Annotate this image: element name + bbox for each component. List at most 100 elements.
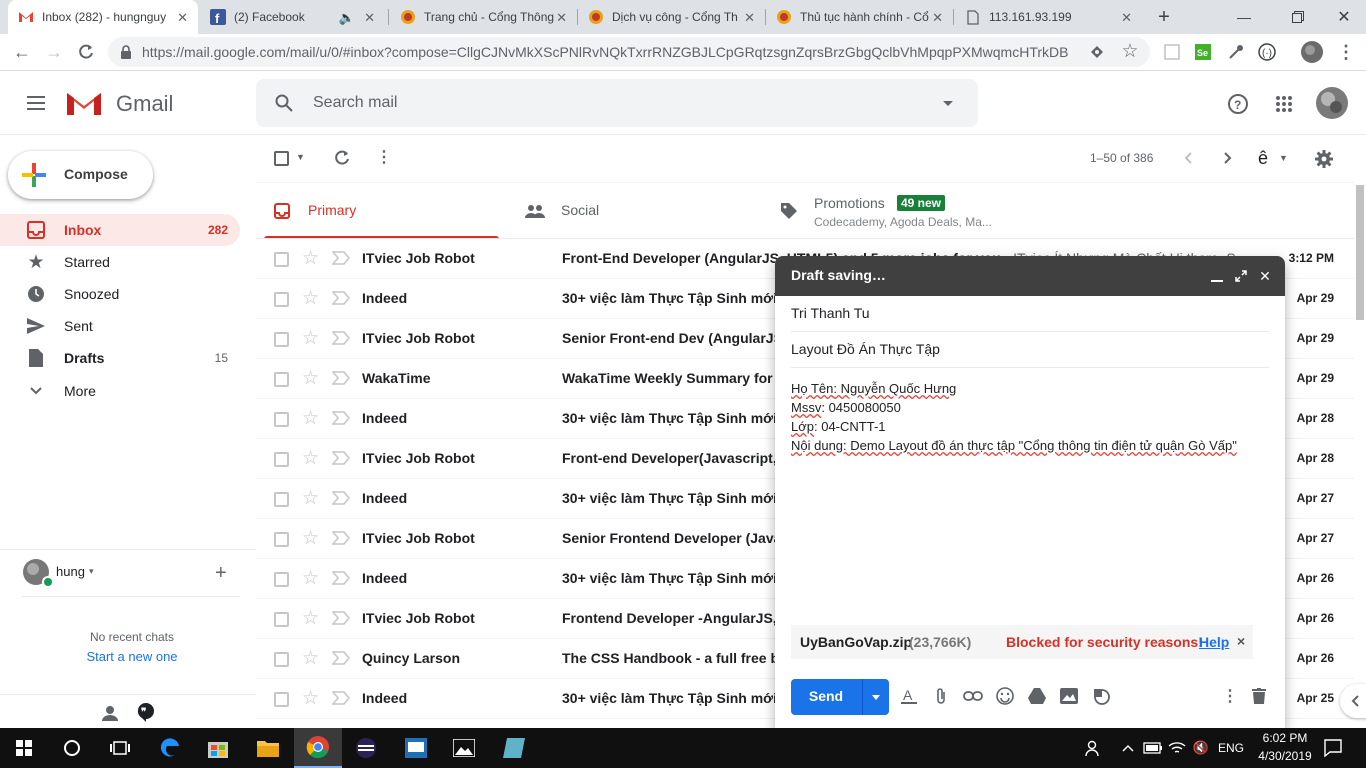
address-bar[interactable]: https://mail.google.com/mail/u/0/#inbox?…	[108, 37, 1150, 67]
extension-circle-icon[interactable]: (·)	[1256, 41, 1278, 63]
eclipse-icon[interactable]	[342, 728, 390, 768]
hangouts-quote-icon[interactable]: ❞	[134, 700, 158, 724]
clock-time[interactable]: 6:02 PM	[1255, 731, 1315, 745]
gmail-logo-icon[interactable]	[65, 89, 103, 117]
close-tab-icon[interactable]: ✕	[364, 10, 375, 26]
hangouts-user-name[interactable]: hung	[56, 564, 85, 579]
subject-field[interactable]: Layout Đồ Án Thực Tập	[791, 341, 940, 357]
star-icon[interactable]: ☆	[302, 249, 319, 269]
insert-link-icon[interactable]	[961, 684, 985, 708]
google-drive-icon[interactable]	[1025, 684, 1049, 708]
sidebar-item-drafts[interactable]: Drafts 15	[0, 342, 240, 374]
volume-muted-icon[interactable]: 🔇	[1190, 738, 1212, 758]
select-dropdown-icon[interactable]: ▼	[296, 152, 305, 162]
search-options-icon[interactable]	[938, 95, 958, 111]
browser-tab-dich-vu-cong[interactable]: Dịch vụ công - Cổng Th ✕	[578, 0, 765, 34]
attachment-chip[interactable]: UyBanGoVap.zip (23,766K) Blocked for sec…	[791, 625, 1253, 659]
tab-promotions[interactable]: Promotions 49 new Codecademy, Agoda Deal…	[770, 183, 1020, 239]
photos-app-icon[interactable]	[440, 728, 488, 768]
file-explorer-icon[interactable]	[244, 728, 292, 768]
star-icon[interactable]: ☆	[302, 329, 319, 349]
row-checkbox[interactable]	[274, 492, 289, 507]
star-icon[interactable]: ☆	[302, 529, 319, 549]
main-menu-icon[interactable]	[24, 91, 48, 115]
chrome-taskbar-icon[interactable]	[294, 728, 342, 768]
search-input[interactable]: Search mail	[313, 94, 397, 112]
browser-tab-gmail[interactable]: Inbox (282) - hungnguy ✕	[8, 0, 198, 34]
importance-marker-icon[interactable]	[332, 250, 350, 266]
fullscreen-icon[interactable]	[1233, 268, 1249, 284]
browser-tab-ip[interactable]: 113.161.93.199 ✕	[955, 0, 1142, 34]
scrollbar-thumb[interactable]	[1356, 185, 1364, 320]
message-body[interactable]: Họ Tên: Nguyễn Quốc Hưng Mssv: 045008005…	[791, 379, 1269, 455]
importance-marker-icon[interactable]	[332, 650, 350, 666]
search-icon[interactable]	[272, 91, 296, 115]
star-icon[interactable]: ☆	[302, 449, 319, 469]
compose-button[interactable]: Compose	[8, 151, 153, 199]
sidebar-item-snoozed[interactable]: Snoozed	[0, 278, 240, 310]
user-dropdown-icon[interactable]: ▾	[89, 566, 94, 577]
forward-icon[interactable]: →	[42, 40, 66, 64]
store-icon[interactable]	[194, 728, 242, 768]
browser-tab-trang-chu[interactable]: Trang chủ - Cổng Thông ✕	[390, 0, 577, 34]
insert-emoji-icon[interactable]	[993, 684, 1017, 708]
extension-eye-icon[interactable]	[1088, 43, 1106, 61]
action-center-icon[interactable]	[1322, 737, 1344, 759]
cortana-search-icon[interactable]	[48, 728, 96, 768]
star-icon[interactable]: ☆	[302, 289, 319, 309]
lock-icon[interactable]	[118, 44, 134, 60]
schedule-send-dropdown-icon[interactable]	[863, 679, 889, 715]
edge-browser-icon[interactable]	[146, 728, 194, 768]
row-checkbox[interactable]	[274, 332, 289, 347]
minimize-window-icon[interactable]: —	[1232, 5, 1256, 29]
new-tab-icon[interactable]: +	[1152, 5, 1176, 29]
discard-draft-icon[interactable]	[1247, 684, 1271, 708]
more-actions-icon[interactable]: ⋮	[376, 147, 392, 167]
importance-marker-icon[interactable]	[332, 490, 350, 506]
clock-date[interactable]: 4/30/2019	[1252, 749, 1318, 763]
to-recipient[interactable]: Tri Thanh Tu	[791, 305, 870, 321]
battery-icon[interactable]	[1142, 738, 1164, 758]
minimize-icon[interactable]	[1209, 268, 1225, 284]
row-checkbox[interactable]	[274, 572, 289, 587]
apps-grid-icon[interactable]	[1271, 91, 1297, 117]
close-tab-icon[interactable]: ✕	[932, 10, 943, 26]
restore-window-icon[interactable]	[1286, 5, 1310, 29]
importance-marker-icon[interactable]	[332, 610, 350, 626]
settings-gear-icon[interactable]	[1313, 148, 1335, 170]
star-icon[interactable]: ☆	[302, 649, 319, 669]
scrollbar-track[interactable]	[1354, 183, 1366, 728]
start-new-chat-link[interactable]: Start a new one	[0, 649, 264, 664]
insert-photo-icon[interactable]	[1057, 684, 1081, 708]
sidebar-item-sent[interactable]: Sent	[0, 310, 240, 342]
contacts-person-icon[interactable]	[98, 702, 122, 724]
formatting-options-icon[interactable]: A	[897, 684, 921, 708]
reload-icon[interactable]	[74, 40, 98, 64]
close-tab-icon[interactable]: ✕	[1121, 10, 1132, 26]
input-tools-button[interactable]: ê	[1258, 148, 1268, 169]
browser-tab-facebook[interactable]: f (2) Facebook 🔈 ✕	[200, 0, 385, 34]
account-avatar[interactable]	[1315, 86, 1349, 120]
help-icon[interactable]: ?	[1225, 91, 1251, 117]
close-window-icon[interactable]: ✕	[1332, 5, 1356, 29]
search-bar[interactable]: Search mail	[256, 79, 978, 127]
hangouts-avatar[interactable]	[22, 558, 52, 588]
sidebar-item-inbox[interactable]: Inbox 282	[0, 214, 240, 246]
importance-marker-icon[interactable]	[332, 370, 350, 386]
compose-header[interactable]: Draft saving… ✕	[775, 256, 1285, 296]
importance-marker-icon[interactable]	[332, 410, 350, 426]
row-checkbox[interactable]	[274, 532, 289, 547]
notebook-app-icon[interactable]	[490, 728, 538, 768]
sidebar-item-starred[interactable]: ★ Starred	[0, 246, 240, 278]
tab-primary[interactable]: Primary	[264, 183, 499, 239]
importance-marker-icon[interactable]	[332, 530, 350, 546]
extension-grid-icon[interactable]	[1162, 42, 1182, 62]
select-all-checkbox[interactable]	[274, 151, 289, 166]
importance-marker-icon[interactable]	[332, 450, 350, 466]
task-view-icon[interactable]	[96, 728, 144, 768]
more-options-icon[interactable]: ⋮	[1218, 684, 1242, 708]
star-icon[interactable]: ☆	[302, 489, 319, 509]
profile-avatar[interactable]	[1300, 40, 1324, 64]
close-tab-icon[interactable]: ✕	[556, 10, 567, 26]
close-tab-icon[interactable]: ✕	[177, 10, 188, 26]
